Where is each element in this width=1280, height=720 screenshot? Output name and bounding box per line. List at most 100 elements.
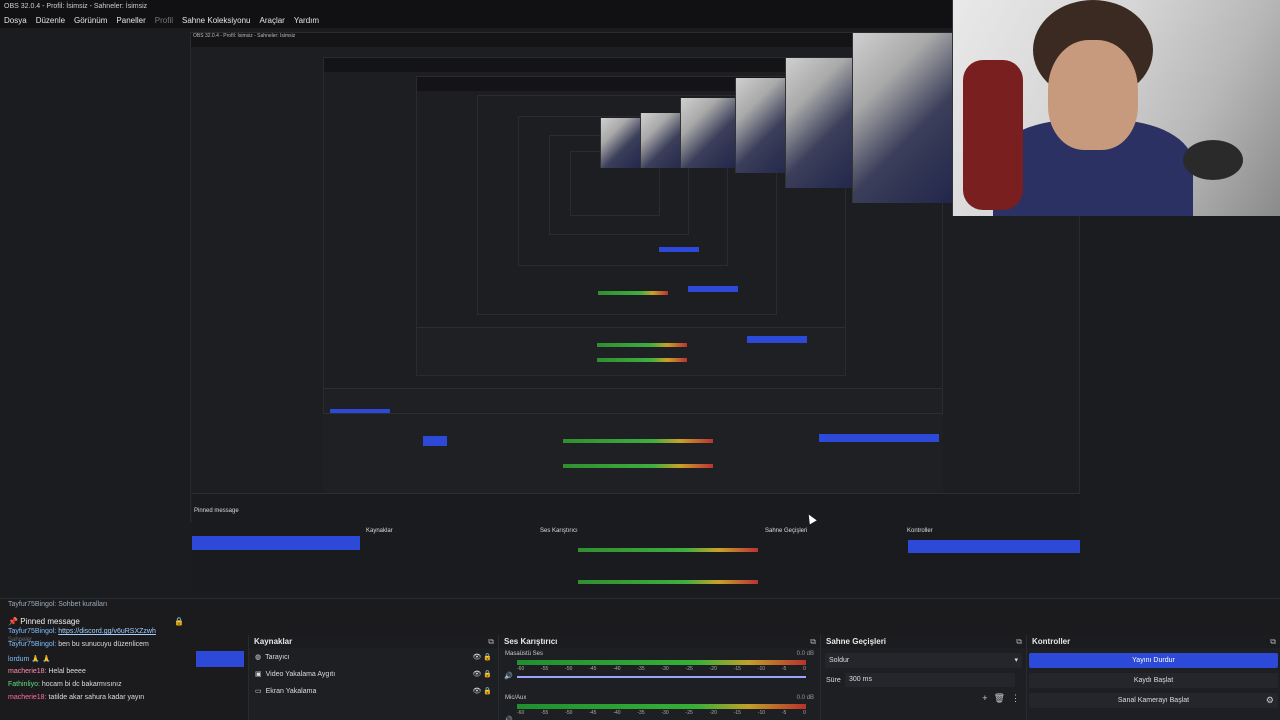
window-title: OBS 32.0.4 - Profil: İsimsiz - Sahneler:…	[0, 0, 952, 13]
eye-icon[interactable]: 👁	[472, 671, 481, 678]
source-label: Video Yakalama Aygıtı	[265, 670, 336, 678]
webcam-feed	[952, 0, 1280, 216]
menu-item-yardım[interactable]: Yardım	[294, 13, 319, 28]
menu-item-profil: Profil	[154, 16, 173, 25]
sources-title: Kaynaklar	[254, 637, 293, 646]
stop-streaming-button[interactable]: Yayını Durdur	[1029, 653, 1278, 668]
nested-meter-1a	[563, 439, 713, 443]
meter-tick-label: -25	[685, 710, 693, 716]
add-icon[interactable]: +	[982, 693, 987, 704]
preview-meter-b	[578, 580, 758, 584]
nested-blue-3	[747, 336, 807, 343]
volume-slider[interactable]	[517, 676, 806, 678]
controls-title: Kontroller	[1032, 637, 1071, 646]
source-controls: 👁 🔒	[472, 687, 492, 695]
nested-scene-highlight-1	[423, 436, 447, 446]
lock-icon[interactable]: 🔒	[483, 654, 492, 661]
meter-tick-label: -50	[565, 710, 573, 716]
chat-text: ben bu sunucuyu düzenlicem	[58, 641, 149, 648]
eye-icon[interactable]: 👁	[472, 654, 481, 661]
chat-text: hocam bi dc bakarmısınız	[41, 681, 122, 688]
menu-item-görünüm[interactable]: Görünüm	[74, 13, 107, 28]
menu-item-paneller[interactable]: Paneller	[116, 13, 145, 28]
meter-tick-label: -50	[565, 666, 573, 672]
transitions-title: Sahne Geçişleri	[826, 637, 887, 646]
speaker-icon[interactable]: 🔊	[504, 672, 513, 680]
monitor-icon: ▭	[255, 688, 262, 695]
source-item[interactable]: ▣ Video Yakalama Aygıtı	[255, 670, 336, 679]
source-controls: 👁 🔒	[472, 653, 492, 661]
controls-dock: Kontroller ⧉ Yayını Durdur Kaydı Başlat …	[1026, 635, 1280, 720]
meter-ticks: -60 -55 -50 -45 -40 -35 -30 -25 -20 -15 -10 -5 0	[517, 666, 806, 672]
meter-tick-label: -55	[541, 710, 549, 716]
chat-link[interactable]: https://discord.gg/v6uRSXZzwh	[58, 628, 156, 635]
chat-username[interactable]: Tayfur75Bingol:	[8, 641, 56, 648]
preview-meter-a	[578, 548, 758, 552]
lock-icon[interactable]: 🔒	[483, 688, 492, 695]
chat-username[interactable]: Tayfur75Bingol:	[8, 628, 56, 635]
chat-username[interactable]: macherie18:	[8, 694, 47, 701]
menu-item-araçlar[interactable]: Araçlar	[260, 13, 285, 28]
meter-tick-label: -30	[661, 666, 669, 672]
webcam-person-face	[1048, 40, 1138, 150]
start-virtual-camera-button[interactable]: Sanal Kamerayı Başlat	[1029, 693, 1278, 708]
menu-item-dosya[interactable]: Dosya	[4, 13, 27, 28]
nested-blue-1	[819, 434, 939, 442]
preview-pinned-label: Pinned message	[194, 508, 239, 514]
chat-text: Helal beeee	[48, 668, 86, 675]
source-item[interactable]: ▭ Ekran Yakalama	[255, 687, 317, 696]
meter-tick-label: -45	[589, 710, 597, 716]
duration-input[interactable]: 300 ms	[845, 673, 1015, 687]
duration-label: Süre	[826, 677, 841, 684]
chat-pin-lock-icon[interactable]: 🔒	[174, 617, 184, 626]
lock-icon[interactable]: 🔒	[483, 671, 492, 678]
meter-tick-label: 0	[803, 710, 806, 716]
menu-item-düzenle[interactable]: Düzenle	[36, 13, 65, 28]
preview-stop-stream	[908, 540, 1080, 553]
meter-tick-label: 0	[803, 666, 806, 672]
transition-select[interactable]: Soldur ▾	[825, 653, 1022, 668]
mixer-float-button[interactable]: ⧉	[810, 635, 816, 648]
chat-pinned-row[interactable]: 📌 Pinned message	[8, 617, 80, 626]
transitions-dock: Sahne Geçişleri ⧉ Soldur ▾ Süre 300 ms +…	[820, 635, 1026, 720]
preview-canvas[interactable]: OBS 32.0.4 - Profil: İsimsiz - Sahneler:…	[0, 0, 1280, 598]
meter-tick-label: -20	[709, 666, 717, 672]
nested-dock-3	[417, 327, 845, 375]
speaker-icon[interactable]: 🔊	[504, 716, 513, 720]
source-item[interactable]: ◍ Tarayıcı	[255, 653, 290, 662]
meter-tick-label: -30	[661, 710, 669, 716]
meter-tick-label: -5	[781, 710, 787, 716]
meter-tick-label: -10	[757, 666, 766, 672]
obs-window: OBS 32.0.4 - Profil: İsimsiz - Sahneler:…	[0, 0, 1280, 720]
transitions-float-button[interactable]: ⧉	[1016, 635, 1022, 648]
chat-dock: Tayfur75Bingol: Sohbet kuralları 📌 Pinne…	[0, 599, 248, 720]
chat-message: Tayfur75Bingol: https://discord.gg/v6uRS…	[8, 628, 156, 635]
mixer-header: Ses Karıştırıcı ⧉	[499, 635, 820, 648]
webcam-echo-1	[600, 118, 640, 168]
scene-selected-highlight[interactable]	[196, 651, 244, 667]
more-icon[interactable]: ⋮	[1011, 693, 1020, 704]
sources-float-button[interactable]: ⧉	[488, 635, 494, 648]
nested-dock-1	[323, 413, 943, 497]
start-recording-button[interactable]: Kaydı Başlat	[1029, 673, 1278, 688]
sources-dock: Kaynaklar ⧉ ◍ Tarayıcı 👁 🔒 ▣ Video Yakalama …	[248, 635, 498, 720]
webcam-echo-6	[852, 33, 952, 203]
chat-pinned-label: Pinned message	[20, 617, 80, 626]
eye-icon[interactable]: 👁	[472, 688, 481, 695]
preview-controls-title: Kontroller	[907, 528, 933, 534]
volume-meter	[517, 704, 806, 709]
camera-icon: ▣	[255, 671, 262, 678]
preview-mixer-title: Ses Karıştırıcı	[540, 528, 578, 534]
nested-meter-3b	[597, 358, 687, 362]
nested-meter-4	[598, 291, 668, 295]
menu-item-sahne-koleksiyonu[interactable]: Sahne Koleksiyonu	[182, 13, 251, 28]
chat-username[interactable]: macherie18:	[8, 668, 47, 675]
mixer-title: Ses Karıştırıcı	[504, 637, 558, 646]
gear-icon[interactable]: ⚙	[1266, 695, 1274, 706]
source-label: Ekran Yakalama	[265, 687, 317, 695]
trash-icon[interactable]: 🗑	[994, 693, 1005, 704]
chat-username[interactable]: Fathinliyo:	[8, 681, 40, 688]
meter-tick-label: -25	[685, 666, 693, 672]
mixer-dock: Ses Karıştırıcı ⧉ Masaüstü Ses 0.0 dB -60 -…	[498, 635, 820, 720]
controls-float-button[interactable]: ⧉	[1270, 635, 1276, 648]
